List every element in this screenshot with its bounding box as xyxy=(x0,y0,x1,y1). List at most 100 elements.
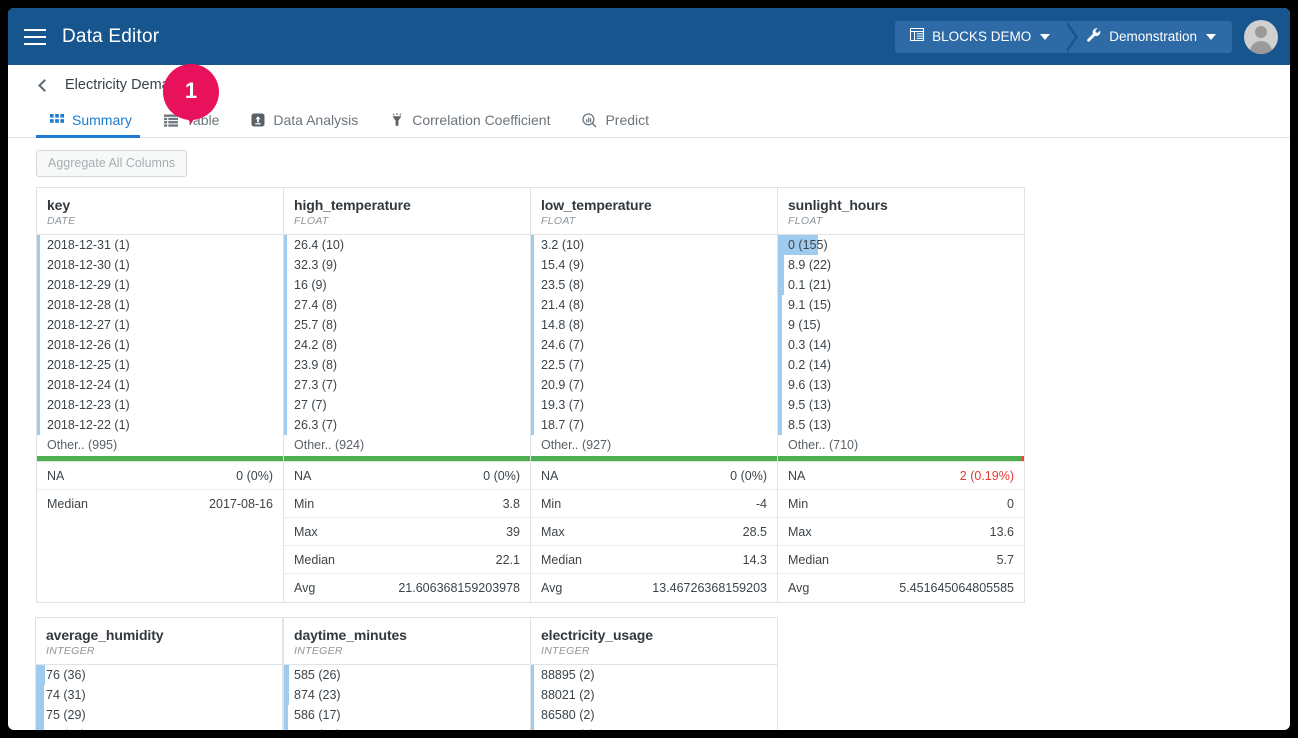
value-row[interactable]: 76 (36) xyxy=(36,665,282,685)
value-row-other[interactable]: Other.. (927) xyxy=(531,435,777,455)
value-row[interactable]: 2018-12-28 (1) xyxy=(37,295,283,315)
value-row[interactable]: 2018-12-27 (1) xyxy=(37,315,283,335)
value-row[interactable]: 585 (26) xyxy=(284,665,530,685)
value-row[interactable]: 8.5 (13) xyxy=(778,415,1024,435)
value-row[interactable]: 9 (15) xyxy=(778,315,1024,335)
project-selector[interactable]: BLOCKS DEMO xyxy=(895,20,1079,53)
tab-data-analysis[interactable]: Data Analysis xyxy=(237,112,376,137)
value-row[interactable]: 874 (23) xyxy=(284,685,530,705)
completeness-bar xyxy=(37,456,283,461)
column-card-header: average_humidity INTEGER xyxy=(36,618,282,665)
top-bar-right: BLOCKS DEMO Demonstration xyxy=(895,19,1278,54)
value-row[interactable]: 25.7 (8) xyxy=(284,315,530,335)
value-row[interactable]: 27 (7) xyxy=(284,395,530,415)
value-row[interactable]: 26.4 (10) xyxy=(284,235,530,255)
statistic-value: 13.46726368159203 xyxy=(652,581,767,595)
value-row[interactable]: 9.5 (13) xyxy=(778,395,1024,415)
value-label: Other.. (927) xyxy=(541,438,612,452)
aggregate-all-columns-button[interactable]: Aggregate All Columns xyxy=(36,150,188,177)
tab-correlation-coefficient-label: Correlation Coefficient xyxy=(412,112,551,128)
column-card[interactable]: electricity_usage INTEGER 88895 (2) 88021 (… xyxy=(530,617,778,730)
value-row[interactable]: 26.3 (7) xyxy=(284,415,530,435)
value-row[interactable]: 3.2 (10) xyxy=(531,235,777,255)
value-row[interactable]: 27.3 (7) xyxy=(284,375,530,395)
completeness-bar-valid xyxy=(778,456,1023,461)
tab-table[interactable]: Table xyxy=(150,112,237,137)
value-row[interactable]: 9.1 (15) xyxy=(778,295,1024,315)
value-frequency-bar xyxy=(778,255,784,275)
statistic-label: Avg xyxy=(294,581,316,595)
value-row[interactable]: 0.1 (21) xyxy=(778,275,1024,295)
column-card[interactable]: daytime_minutes INTEGER 585 (26) 874 (23) 58… xyxy=(283,617,531,730)
value-row[interactable]: 8.9 (22) xyxy=(778,255,1024,275)
tab-summary[interactable]: Summary xyxy=(36,112,150,138)
value-row[interactable]: 16 (9) xyxy=(284,275,530,295)
value-label: 2018-12-23 (1) xyxy=(47,398,130,412)
avatar[interactable] xyxy=(1244,19,1278,54)
value-row[interactable]: 9.6 (13) xyxy=(778,375,1024,395)
value-row[interactable]: 22.5 (7) xyxy=(531,355,777,375)
value-row[interactable]: 2018-12-22 (1) xyxy=(37,415,283,435)
value-row[interactable]: 20.9 (7) xyxy=(531,375,777,395)
value-frequency-bar xyxy=(778,395,782,415)
value-label: 0.1 (21) xyxy=(788,278,832,292)
value-row[interactable]: 88895 (2) xyxy=(531,665,777,685)
value-row[interactable]: 86580 (2) xyxy=(531,705,777,725)
value-label: 14.8 (8) xyxy=(541,318,585,332)
column-card[interactable]: sunlight_hours FLOAT 0 (155) 8.9 (22) 0.1 (2… xyxy=(777,187,1025,603)
value-frequency-bar xyxy=(37,255,40,275)
value-row[interactable]: 2018-12-29 (1) xyxy=(37,275,283,295)
column-card-header: high_temperature FLOAT xyxy=(284,188,530,235)
value-row[interactable]: 74 (31) xyxy=(36,685,282,705)
table-icon xyxy=(163,114,178,127)
statistic-value: 0 (0%) xyxy=(236,468,273,483)
value-row[interactable]: 14.8 (8) xyxy=(531,315,777,335)
value-row[interactable]: 70 (29) xyxy=(36,725,282,730)
value-row[interactable]: 19.3 (7) xyxy=(531,395,777,415)
value-row[interactable]: 2018-12-23 (1) xyxy=(37,395,283,415)
value-row[interactable]: 2018-12-24 (1) xyxy=(37,375,283,395)
value-row[interactable]: 2018-12-26 (1) xyxy=(37,335,283,355)
value-row[interactable]: 23.5 (8) xyxy=(531,275,777,295)
column-card[interactable]: average_humidity INTEGER 76 (36) 74 (31) 75 … xyxy=(35,617,283,730)
value-row-other[interactable]: Other.. (710) xyxy=(778,435,1024,455)
value-row[interactable]: 27.4 (8) xyxy=(284,295,530,315)
value-row[interactable]: 24.6 (7) xyxy=(531,335,777,355)
chevron-left-icon[interactable] xyxy=(38,78,51,92)
value-row-other[interactable]: Other.. (924) xyxy=(284,435,530,455)
tab-correlation-coefficient[interactable]: Correlation Coefficient xyxy=(376,112,568,137)
value-row[interactable]: 2018-12-25 (1) xyxy=(37,355,283,375)
value-label: 8.9 (22) xyxy=(788,258,832,272)
value-label: 9 (15) xyxy=(788,318,821,332)
environment-selector[interactable]: Demonstration xyxy=(1064,20,1232,53)
value-row[interactable]: 2018-12-30 (1) xyxy=(37,255,283,275)
column-card[interactable]: high_temperature FLOAT 26.4 (10) 32.3 (9) 16… xyxy=(283,187,531,603)
tab-predict[interactable]: Predict xyxy=(568,112,667,137)
value-row[interactable]: 0.3 (14) xyxy=(778,335,1024,355)
statistic-row: Min 3.8 xyxy=(284,490,530,518)
value-row[interactable]: 0 (155) xyxy=(778,235,1024,255)
value-row[interactable]: 21.4 (8) xyxy=(531,295,777,315)
value-row[interactable]: 24.2 (8) xyxy=(284,335,530,355)
value-row-other[interactable]: Other.. (995) xyxy=(37,435,283,455)
value-row[interactable]: 18.7 (7) xyxy=(531,415,777,435)
value-row[interactable]: 873 (16) xyxy=(284,725,530,730)
value-row[interactable]: 586 (17) xyxy=(284,705,530,725)
value-row[interactable]: 32.3 (9) xyxy=(284,255,530,275)
value-label: 0.2 (14) xyxy=(788,358,832,372)
value-frequency-bar xyxy=(37,395,40,415)
value-row[interactable]: 23.9 (8) xyxy=(284,355,530,375)
value-frequency-bar xyxy=(531,235,534,255)
value-row[interactable]: 2018-12-31 (1) xyxy=(37,235,283,255)
value-row[interactable]: 85194 (2) xyxy=(531,725,777,730)
value-row[interactable]: 75 (29) xyxy=(36,705,282,725)
statistic-value: 0 (0%) xyxy=(483,468,520,483)
column-card[interactable]: key DATE 2018-12-31 (1) 2018-12-30 (1) 2018-… xyxy=(36,187,284,603)
hamburger-icon[interactable] xyxy=(24,28,46,45)
column-card[interactable]: low_temperature FLOAT 3.2 (10) 15.4 (9) 23.5… xyxy=(530,187,778,603)
column-statistics: NA 0 (0%) Min -4 Max 28.5 Median 14.3 Avg 13.4672… xyxy=(531,461,777,602)
value-row[interactable]: 0.2 (14) xyxy=(778,355,1024,375)
column-type: INTEGER xyxy=(294,645,343,657)
value-row[interactable]: 88021 (2) xyxy=(531,685,777,705)
value-row[interactable]: 15.4 (9) xyxy=(531,255,777,275)
